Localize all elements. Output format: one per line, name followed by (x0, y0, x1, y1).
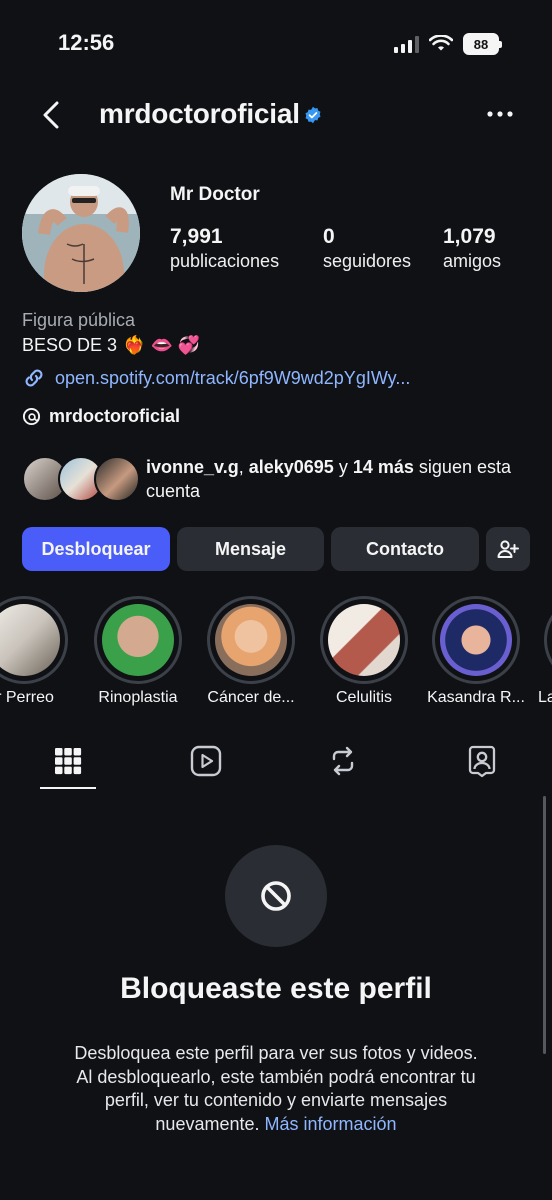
bio: BESO DE 3 ❤️‍🔥 👄 💞 (22, 335, 200, 356)
followers-label[interactable]: seguidores (323, 251, 411, 272)
mutual-followers-text[interactable]: ivonne_v.g, aleky0695 y 14 más siguen es… (146, 455, 526, 503)
highlight-label[interactable]: Rinoplastia (78, 689, 198, 707)
mutual-more-count: 14 más (352, 457, 414, 477)
signal-icon (394, 35, 419, 53)
verified-badge-icon (305, 106, 321, 124)
profile-avatar[interactable] (22, 174, 140, 292)
active-tab-indicator (40, 787, 96, 789)
tagged-icon[interactable] (465, 744, 499, 778)
bio-emojis: ❤️‍🔥 👄 💞 (123, 335, 201, 355)
mutual-user-2: aleky0695 (248, 457, 334, 477)
more-info-link[interactable]: Más información (265, 1114, 397, 1134)
highlight-label[interactable]: Cáncer de... (191, 689, 311, 707)
highlight-label[interactable]: La (538, 689, 552, 707)
blocked-description: Desbloquea este perfil para ver sus foto… (66, 1042, 486, 1136)
highlight-story[interactable] (432, 596, 520, 684)
highlight-story[interactable] (320, 596, 408, 684)
posts-count[interactable]: 7,991 (170, 225, 223, 249)
posts-label[interactable]: publicaciones (170, 251, 279, 272)
status-icons: 88 (394, 33, 502, 55)
highlight-label[interactable]: Celulitis (304, 689, 424, 707)
message-button[interactable]: Mensaje (177, 527, 324, 571)
display-name: Mr Doctor (170, 184, 260, 205)
scrollbar[interactable] (543, 796, 546, 1054)
back-arrow-icon[interactable] (38, 100, 68, 130)
followers-count[interactable]: 0 (323, 225, 335, 249)
reels-icon[interactable] (189, 744, 223, 778)
profile-category: Figura pública (22, 310, 136, 330)
unblock-button[interactable]: Desbloquear (22, 527, 170, 571)
highlight-story[interactable] (544, 596, 552, 684)
blocked-title: Bloqueaste este perfil (120, 972, 432, 1005)
highlight-label[interactable]: r Perreo (0, 689, 85, 707)
mutual-and: y (338, 457, 348, 477)
wifi-icon (429, 35, 453, 51)
highlight-label[interactable]: Kasandra R... (416, 689, 536, 707)
link-icon (25, 369, 43, 387)
mutual-avatar (94, 456, 140, 502)
battery-icon: 88 (463, 33, 502, 55)
mutual-user-1: ivonne_v.g (146, 457, 239, 477)
highlight-story[interactable] (207, 596, 295, 684)
threads-icon (22, 407, 41, 426)
reposts-icon[interactable] (326, 744, 360, 778)
battery-level: 88 (463, 33, 499, 55)
friends-label[interactable]: amigos (443, 251, 501, 272)
mutual-followers-avatars[interactable] (22, 456, 140, 502)
bio-link-text[interactable]: open.spotify.com/track/6pf9W9wd2pYgIWy..… (55, 368, 410, 389)
status-time: 12:56 (58, 30, 115, 55)
grid-icon[interactable] (51, 744, 85, 778)
highlight-story[interactable] (94, 596, 182, 684)
blocked-icon-container (225, 845, 327, 947)
friends-count[interactable]: 1,079 (443, 225, 496, 249)
threads-badge[interactable]: mrdoctoroficial (22, 406, 180, 427)
bio-text: BESO DE 3 (22, 335, 118, 355)
add-friend-button[interactable] (486, 527, 530, 571)
threads-username[interactable]: mrdoctoroficial (49, 406, 180, 427)
profile-screen: 12:56 88 mrdoctoroficial Mr Doctor 7,991… (0, 0, 552, 1200)
block-icon (261, 881, 291, 911)
highlight-story[interactable] (0, 596, 68, 684)
bio-link[interactable]: open.spotify.com/track/6pf9W9wd2pYgIWy..… (22, 366, 410, 390)
profile-username-title: mrdoctoroficial (99, 98, 300, 129)
contact-button[interactable]: Contacto (331, 527, 479, 571)
add-person-icon (497, 540, 519, 558)
more-options-icon[interactable] (486, 106, 514, 122)
